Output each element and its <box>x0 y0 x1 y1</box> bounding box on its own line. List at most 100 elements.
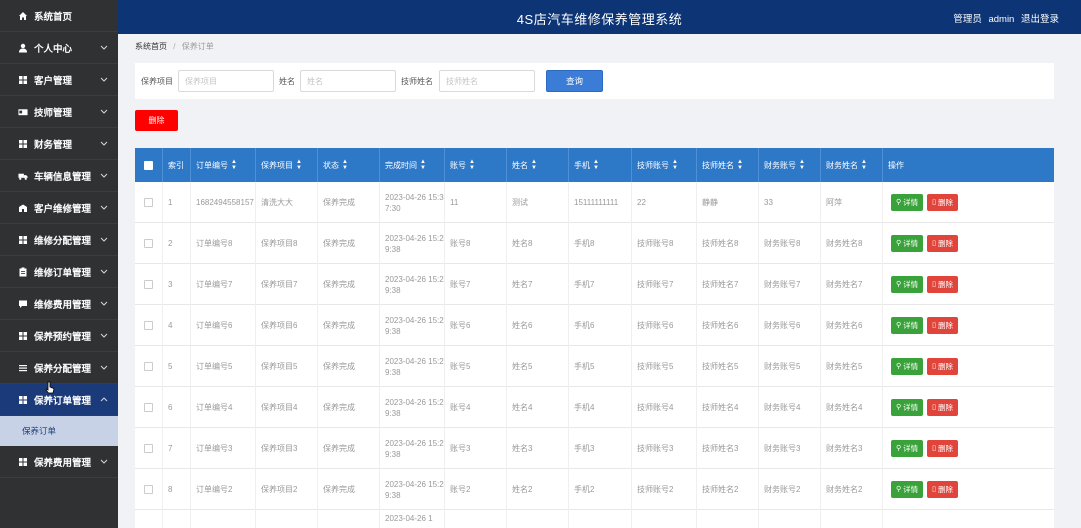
sort-icon[interactable]: ▲ ▼ <box>672 159 678 171</box>
row-delete-button[interactable]: ▯ 删除 <box>927 276 958 293</box>
row-checkbox[interactable] <box>144 444 153 453</box>
bulk-delete-button[interactable]: 删除 <box>135 110 178 131</box>
query-button[interactable]: 查询 <box>546 70 603 92</box>
sort-icon[interactable]: ▲ ▼ <box>342 159 348 171</box>
sidebar-item[interactable]: 保养订单管理 <box>0 384 118 416</box>
sidebar-item[interactable]: 保养费用管理 <box>0 446 118 478</box>
sort-icon[interactable]: ▲ ▼ <box>799 159 805 171</box>
column-header[interactable]: 技师账号 ▲ ▼ <box>632 148 697 182</box>
table-cell: 财务账号4 <box>759 387 821 428</box>
cell-value: 手机4 <box>574 403 595 412</box>
table-cell <box>191 510 256 528</box>
row-delete-button[interactable]: ▯ 删除 <box>927 481 958 498</box>
row-delete-button[interactable]: ▯ 删除 <box>927 235 958 252</box>
table-cell: 姓名6 <box>507 305 569 346</box>
cell-value: 技师姓名6 <box>702 321 739 330</box>
sort-icon[interactable]: ▲ ▼ <box>593 159 599 171</box>
table-cell: 订单编号8 <box>191 223 256 264</box>
tech-search-input[interactable] <box>439 70 535 92</box>
row-checkbox[interactable] <box>144 362 153 371</box>
row-checkbox[interactable] <box>144 485 153 494</box>
detail-button[interactable]: ⚲ 详情 <box>891 358 924 375</box>
row-checkbox[interactable] <box>144 403 153 412</box>
table-cell: 保养完成 <box>318 428 380 469</box>
detail-button[interactable]: ⚲ 详情 <box>891 440 924 457</box>
sidebar-item[interactable]: 保养预约管理 <box>0 320 118 352</box>
table-row: 8 订单编号2 保养项目2 保养完成 2023-04-26 15:29:38 账号2 姓名2… <box>135 469 1054 510</box>
row-checkbox[interactable] <box>144 280 153 289</box>
sidebar-item[interactable]: 客户维修管理 <box>0 192 118 224</box>
item-search-input[interactable] <box>178 70 274 92</box>
detail-label: 详情 <box>903 444 919 453</box>
detail-button[interactable]: ⚲ 详情 <box>891 235 924 252</box>
table-cell <box>759 510 821 528</box>
sidebar-item[interactable]: 财务管理 <box>0 128 118 160</box>
row-delete-button[interactable]: ▯ 删除 <box>927 440 958 457</box>
row-select-cell <box>135 469 163 510</box>
sort-icon[interactable]: ▲ ▼ <box>469 159 475 171</box>
detail-button[interactable]: ⚲ 详情 <box>891 276 924 293</box>
name-search-input[interactable] <box>300 70 396 92</box>
column-header[interactable]: 手机 ▲ ▼ <box>569 148 632 182</box>
row-delete-button[interactable]: ▯ 删除 <box>927 399 958 416</box>
sidebar-item-label: 系统首页 <box>34 11 73 23</box>
cell-value: 订单编号5 <box>196 362 233 371</box>
cell-value: 姓名8 <box>512 239 533 248</box>
list-icon <box>18 363 28 373</box>
select-all-checkbox[interactable] <box>144 160 153 170</box>
chevron-down-icon <box>100 457 108 465</box>
column-header[interactable]: 订单编号 ▲ ▼ <box>191 148 256 182</box>
sort-icon[interactable]: ▲ ▼ <box>737 159 743 171</box>
table-cell: 技师账号5 <box>632 346 697 387</box>
column-header[interactable]: 账号 ▲ ▼ <box>445 148 507 182</box>
sort-icon[interactable]: ▲ ▼ <box>861 159 867 171</box>
row-checkbox[interactable] <box>144 239 153 248</box>
sidebar-item-label: 维修费用管理 <box>34 299 92 311</box>
row-delete-button[interactable]: ▯ 删除 <box>927 194 958 211</box>
detail-button[interactable]: ⚲ 详情 <box>891 194 924 211</box>
row-delete-button[interactable]: ▯ 删除 <box>927 358 958 375</box>
table-cell: 7 <box>163 428 191 469</box>
sort-icon[interactable]: ▲ ▼ <box>420 159 426 171</box>
sidebar-item[interactable]: 维修费用管理 <box>0 288 118 320</box>
sidebar-item[interactable]: 维修分配管理 <box>0 224 118 256</box>
detail-button[interactable]: ⚲ 详情 <box>891 399 924 416</box>
chevron-down-icon <box>100 43 108 51</box>
sidebar-item[interactable]: 系统首页 <box>0 0 118 32</box>
sort-icon[interactable]: ▲ ▼ <box>231 159 237 171</box>
detail-button[interactable]: ⚲ 详情 <box>891 481 924 498</box>
column-header[interactable]: 状态 ▲ ▼ <box>318 148 380 182</box>
column-header[interactable]: 财务账号 ▲ ▼ <box>759 148 821 182</box>
sort-icon[interactable]: ▲ ▼ <box>531 159 537 171</box>
column-header[interactable]: 财务姓名 ▲ ▼ <box>821 148 883 182</box>
logout-link[interactable]: 退出登录 <box>1021 14 1059 25</box>
actions-cell: ⚲ 详情 ▯ 删除 <box>883 305 1054 346</box>
cell-value: 手机5 <box>574 362 595 371</box>
cell-value: 技师姓名8 <box>702 239 739 248</box>
cell-value: 22 <box>637 198 646 207</box>
detail-button[interactable]: ⚲ 详情 <box>891 317 924 334</box>
column-header[interactable]: 完成时间 ▲ ▼ <box>380 148 445 182</box>
row-delete-button[interactable]: ▯ 删除 <box>927 317 958 334</box>
sort-icon[interactable]: ▲ ▼ <box>296 159 302 171</box>
cell-value: 15111111111 <box>574 198 619 207</box>
sidebar-item[interactable]: 客户管理 <box>0 64 118 96</box>
column-header[interactable]: 技师姓名 ▲ ▼ <box>697 148 759 182</box>
cell-value: 5 <box>168 362 173 371</box>
breadcrumb-home[interactable]: 系统首页 <box>135 42 167 51</box>
table-row: 1 1682494558157 清洗大大 保养完成 2023-04-26 15:37:3… <box>135 182 1054 223</box>
sidebar-item[interactable]: 保养分配管理 <box>0 352 118 384</box>
sidebar-item[interactable]: 个人中心 <box>0 32 118 64</box>
column-header-label: 手机 <box>574 160 590 170</box>
table-cell: 姓名3 <box>507 428 569 469</box>
row-checkbox[interactable] <box>144 321 153 330</box>
search-icon: ⚲ <box>896 199 902 206</box>
sidebar-item[interactable]: 维修订单管理 <box>0 256 118 288</box>
table-cell: 手机8 <box>569 223 632 264</box>
sidebar-subitem-orders[interactable]: 保养订单 <box>0 416 118 446</box>
sidebar-item[interactable]: 技师管理 <box>0 96 118 128</box>
column-header[interactable]: 姓名 ▲ ▼ <box>507 148 569 182</box>
column-header[interactable]: 保养项目 ▲ ▼ <box>256 148 318 182</box>
row-checkbox[interactable] <box>144 198 153 207</box>
sidebar-item[interactable]: 车辆信息管理 <box>0 160 118 192</box>
